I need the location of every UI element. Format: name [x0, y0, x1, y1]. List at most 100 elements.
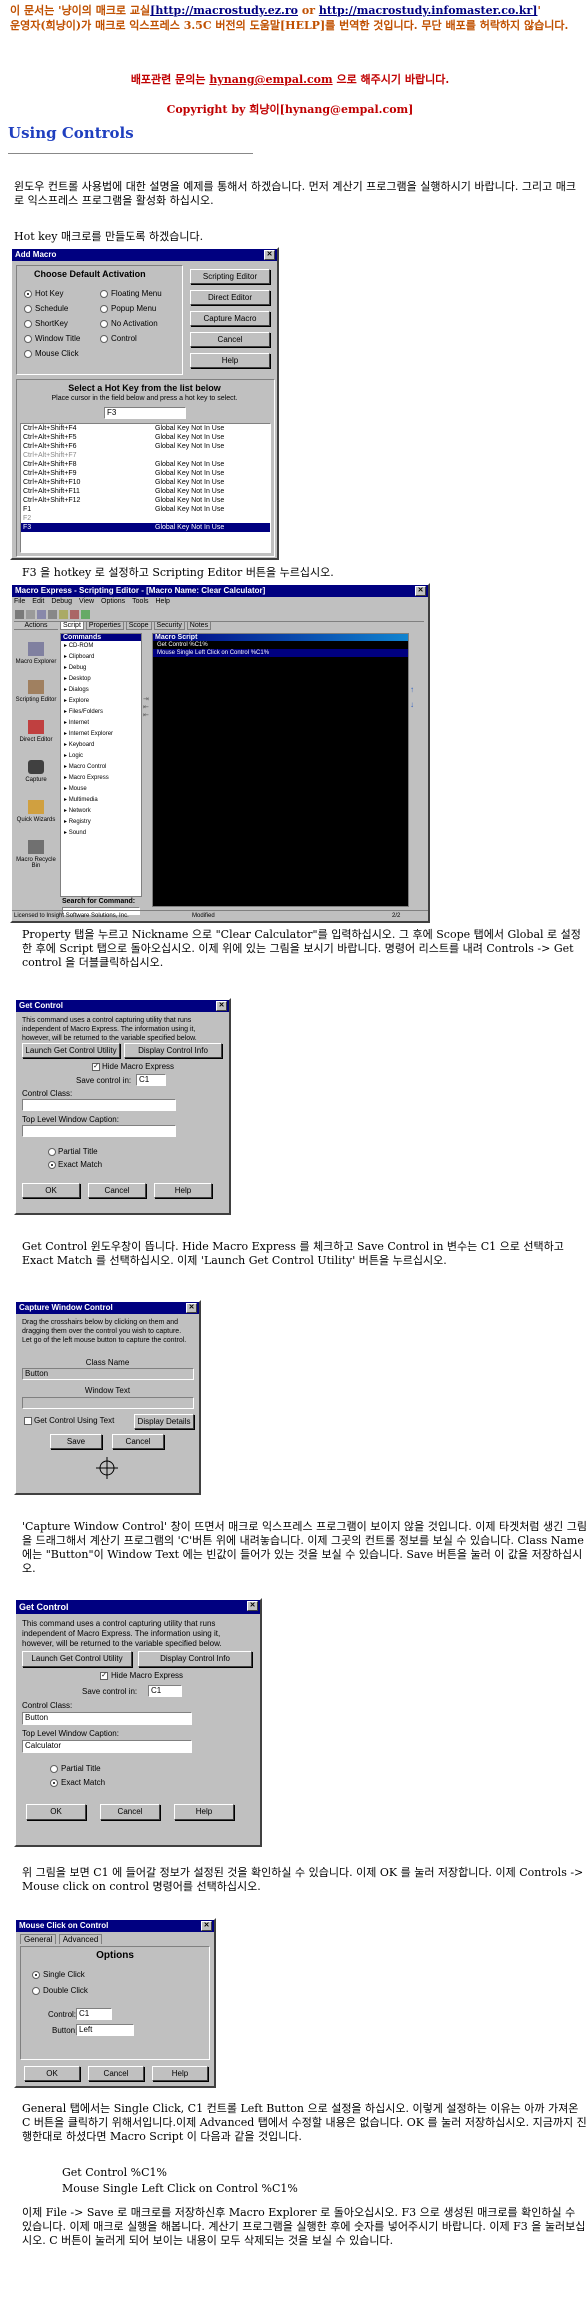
launch-get-control-button-2[interactable]: Launch Get Control Utility: [22, 1651, 132, 1667]
radio-schedule[interactable]: [24, 305, 32, 313]
command-category-item[interactable]: ▸ Explore: [61, 696, 141, 707]
cancel-button[interactable]: Cancel: [112, 1434, 164, 1449]
cancel-button-1[interactable]: Cancel: [88, 1183, 146, 1198]
macro-explorer-icon[interactable]: [28, 642, 44, 656]
run-icon[interactable]: [81, 610, 90, 619]
command-category-item[interactable]: ▸ Desktop: [61, 674, 141, 685]
tab-security[interactable]: Security: [153, 621, 185, 630]
display-control-info-button-2[interactable]: Display Control Info: [138, 1651, 252, 1667]
hotkey-list-row[interactable]: Ctrl+Alt+Shift+F11 Global Key Not In Use: [21, 487, 270, 496]
top-level-caption-input-1[interactable]: [22, 1125, 176, 1137]
close-icon[interactable]: ✕: [216, 1001, 227, 1011]
tab-notes[interactable]: Notes: [186, 621, 212, 630]
command-category-item[interactable]: ▸ Network: [61, 806, 141, 817]
top-level-caption-input-2[interactable]: Calculator: [22, 1740, 192, 1753]
script-line-1[interactable]: Get Control %C1%: [153, 641, 408, 649]
command-category-item[interactable]: ▸ Macro Control: [61, 762, 141, 773]
menu-debug[interactable]: Debug: [51, 598, 72, 605]
double-click-radio[interactable]: [32, 1987, 40, 1995]
paste-icon[interactable]: [59, 610, 68, 619]
radio-hotkey[interactable]: [24, 290, 32, 298]
cancel-button[interactable]: Cancel: [88, 2066, 144, 2081]
hide-macro-express-checkbox-1[interactable]: ✓: [92, 1063, 100, 1071]
scripting-editor-button[interactable]: Scripting Editor: [190, 269, 270, 284]
display-control-info-button-1[interactable]: Display Control Info: [124, 1043, 222, 1058]
display-details-button[interactable]: Display Details: [134, 1414, 194, 1429]
hotkey-list-row[interactable]: F2: [21, 514, 270, 523]
tab-scope[interactable]: Scope: [125, 621, 152, 630]
command-category-item[interactable]: ▸ Registry: [61, 817, 141, 828]
save-icon[interactable]: [15, 610, 24, 619]
command-category-item[interactable]: ▸ Files/Folders: [61, 707, 141, 718]
ok-button[interactable]: OK: [24, 2066, 80, 2081]
cancel-button[interactable]: Cancel: [190, 332, 270, 347]
cut-icon[interactable]: [37, 610, 46, 619]
partial-title-radio-2[interactable]: [50, 1765, 58, 1773]
command-category-item[interactable]: ▸ Keyboard: [61, 740, 141, 751]
hotkey-list-row[interactable]: Ctrl+Alt+Shift+F6 Global Key Not In Use: [21, 442, 270, 451]
close-icon[interactable]: ✕: [186, 1303, 197, 1313]
radio-floating-menu[interactable]: [100, 290, 108, 298]
radio-mouse-click[interactable]: [24, 350, 32, 358]
close-icon[interactable]: ✕: [264, 250, 275, 260]
save-control-select-2[interactable]: C1: [148, 1685, 182, 1697]
command-category-item[interactable]: ▸ Debug: [61, 663, 141, 674]
command-category-item[interactable]: ▸ Macro Express: [61, 773, 141, 784]
print-icon[interactable]: [26, 610, 35, 619]
menu-options[interactable]: Options: [101, 598, 125, 605]
recycle-bin-icon[interactable]: [28, 840, 44, 854]
hide-macro-express-checkbox-2[interactable]: ✓: [100, 1672, 108, 1680]
hotkey-list-row[interactable]: F1 Global Key Not In Use: [21, 505, 270, 514]
capture-macro-button[interactable]: Capture Macro: [190, 311, 270, 326]
hotkey-list-row[interactable]: Ctrl+Alt+Shift+F9 Global Key Not In Use: [21, 469, 270, 478]
get-control-using-text-checkbox[interactable]: [24, 1417, 32, 1425]
cancel-button-2[interactable]: Cancel: [100, 1804, 160, 1820]
command-category-item[interactable]: ▸ Dialogs: [61, 685, 141, 696]
hotkey-list-row[interactable]: Ctrl+Alt+Shift+F4 Global Key Not In Use: [21, 424, 270, 433]
hotkey-list-row[interactable]: Ctrl+Alt+Shift+F10 Global Key Not In Use: [21, 478, 270, 487]
help-button-1[interactable]: Help: [154, 1183, 212, 1198]
scripting-editor-icon[interactable]: [28, 680, 44, 694]
close-icon[interactable]: ✕: [201, 1921, 212, 1931]
radio-window-title[interactable]: [24, 335, 32, 343]
control-class-input-2[interactable]: Button: [22, 1712, 192, 1725]
help-button[interactable]: Help: [190, 353, 270, 368]
command-category-item[interactable]: ▸ Logic: [61, 751, 141, 762]
exact-match-radio-1[interactable]: [48, 1161, 56, 1169]
command-category-item[interactable]: ▸ Mouse: [61, 784, 141, 795]
radio-no-activation[interactable]: [100, 320, 108, 328]
ok-button-1[interactable]: OK: [22, 1183, 80, 1198]
launch-get-control-button-1[interactable]: Launch Get Control Utility: [22, 1043, 120, 1058]
help-button[interactable]: Help: [152, 2066, 208, 2081]
exact-match-radio-2[interactable]: [50, 1779, 58, 1787]
hotkey-list-row[interactable]: F3 Global Key Not In Use: [21, 523, 270, 532]
link-macrostudy-ezro[interactable]: [http://macrostudy.ez.ro: [150, 4, 298, 17]
direct-editor-icon[interactable]: [28, 720, 44, 734]
hotkey-list[interactable]: Ctrl+Alt+Shift+F4 Global Key Not In Use Ct…: [20, 423, 271, 553]
radio-control[interactable]: [100, 335, 108, 343]
help-button-2[interactable]: Help: [174, 1804, 234, 1820]
delete-icon[interactable]: [70, 610, 79, 619]
hotkey-list-row[interactable]: Ctrl+Alt+Shift+F5 Global Key Not In Use: [21, 433, 270, 442]
camera-icon[interactable]: [28, 760, 44, 774]
hotkey-input[interactable]: F3: [104, 407, 186, 419]
command-category-item[interactable]: ▸ CD-ROM: [61, 641, 141, 652]
menu-edit[interactable]: Edit: [32, 598, 44, 605]
radio-shortkey[interactable]: [24, 320, 32, 328]
tab-advanced[interactable]: Advanced: [58, 1934, 103, 1944]
menu-file[interactable]: File: [14, 598, 25, 605]
copy-icon[interactable]: [48, 610, 57, 619]
tab-general[interactable]: General: [20, 1934, 57, 1944]
up-arrow-icon[interactable]: ↑: [410, 685, 414, 694]
tab-properties[interactable]: Properties: [85, 621, 124, 630]
move-arrows-icon[interactable]: ⇥ ⇤ ⇤: [143, 695, 149, 815]
control-select[interactable]: C1: [76, 2008, 112, 2020]
direct-editor-button[interactable]: Direct Editor: [190, 290, 270, 305]
menu-tools[interactable]: Tools: [132, 598, 148, 605]
hotkey-list-row[interactable]: Ctrl+Alt+Shift+F8 Global Key Not In Use: [21, 460, 270, 469]
single-click-radio[interactable]: [32, 1971, 40, 1979]
link-macrostudy-infomaster[interactable]: http://macrostudy.infomaster.co.kr]: [319, 4, 538, 17]
command-category-item[interactable]: ▸ Internet Explorer: [61, 729, 141, 740]
command-category-item[interactable]: ▸ Sound: [61, 828, 141, 839]
menu-view[interactable]: View: [79, 598, 94, 605]
